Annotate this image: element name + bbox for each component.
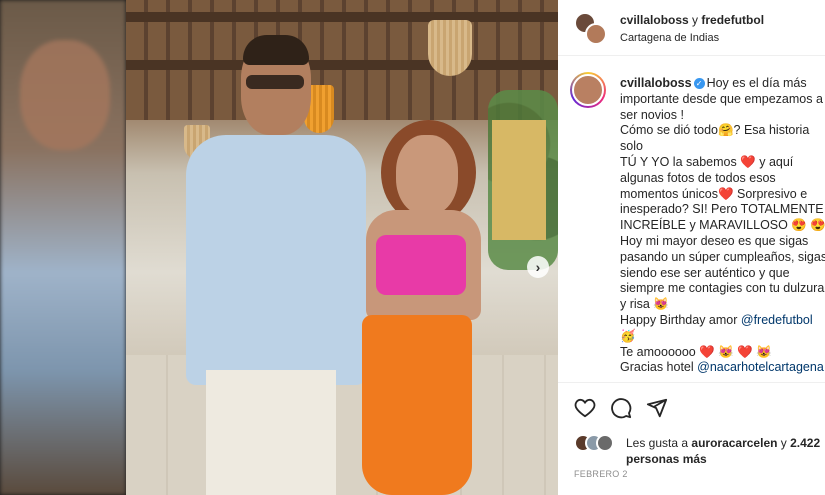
sunglasses xyxy=(246,75,304,89)
post-header: cvillaloboss y fredefutbol Cartagena de … xyxy=(558,0,825,56)
man-shirt xyxy=(186,135,366,385)
mention-link[interactable]: @fredefutbol xyxy=(741,313,813,327)
liker-link[interactable]: auroracarcelen xyxy=(691,436,777,450)
heart-icon[interactable] xyxy=(572,395,598,421)
man-pants xyxy=(206,370,336,495)
caption-line: Hoy mi mayor deseo es que sigas xyxy=(620,233,809,248)
caption-line: INCREÍBLE y MARAVILLOSO 😍 😍 😍 xyxy=(620,218,825,233)
author-link[interactable]: fredefutbol xyxy=(701,13,764,27)
action-bar xyxy=(558,382,825,432)
caption-line: TÚ Y YO la sabemos ❤️ y aquí xyxy=(620,154,794,169)
caption-text: cvillaloboss ✓ Hoy es el día más important… xyxy=(620,76,825,376)
man-hair xyxy=(243,35,309,65)
caption-line: Happy Birthday amor @fredefutbol xyxy=(620,312,813,327)
caption-line: algunas fotos de todos esos xyxy=(620,170,776,185)
ceiling-beam xyxy=(126,60,558,70)
location-link[interactable]: Cartagena de Indias xyxy=(620,32,719,44)
verified-icon: ✓ xyxy=(693,78,705,89)
chevron-right-icon[interactable]: › xyxy=(527,256,549,278)
caption-line: y risa 😻 xyxy=(620,297,669,312)
post-side-panel: cvillaloboss y fredefutbol Cartagena de … xyxy=(558,0,825,495)
post-photo[interactable]: › xyxy=(126,0,558,495)
caption-line: ser novios ! xyxy=(620,107,684,122)
caption-line: inesperado? SI! Pero TOTALMENTE xyxy=(620,202,824,217)
blurred-background xyxy=(0,0,126,495)
avatar xyxy=(585,23,607,45)
caption-line: solo xyxy=(620,139,643,154)
caption-line: siendo ese ser auténtico y que xyxy=(620,265,790,280)
caption-line: Cómo se dió todo🤗? Esa historia xyxy=(620,123,810,138)
likes-text[interactable]: Les gusta a auroracarcelen y 2.422 person… xyxy=(626,435,825,467)
caption-line: momentos únicos❤️ Sorpresivo e xyxy=(620,186,808,201)
hanging-lamp xyxy=(428,20,472,76)
caption-line: 🥳 xyxy=(620,328,636,343)
avatar xyxy=(596,434,614,452)
pink-top xyxy=(376,235,466,295)
blurred-face xyxy=(20,40,110,150)
caption-avatar[interactable] xyxy=(570,72,606,108)
caption-line: pasando un súper cumpleaños, sigas xyxy=(620,249,825,264)
author-connector: y xyxy=(688,13,702,27)
likes-count[interactable]: 2.422 xyxy=(790,436,820,450)
woman-head xyxy=(396,135,458,215)
caption-line: Gracias hotel @nacarhotelcartagena xyxy=(620,360,824,375)
collab-avatars[interactable] xyxy=(574,12,608,46)
orange-skirt xyxy=(362,315,472,495)
caption-line: Hoy es el día más xyxy=(706,76,807,90)
mention-link[interactable]: @nacarhotelcartagena xyxy=(697,360,824,374)
likes-suffix[interactable]: personas más xyxy=(626,452,707,466)
share-icon[interactable] xyxy=(644,395,670,421)
yellow-building xyxy=(492,120,546,240)
post-authors: cvillaloboss y fredefutbol xyxy=(620,13,764,27)
ceiling-beam xyxy=(126,12,558,22)
post-date: FEBRERO 2 xyxy=(574,469,628,479)
caption-area: cvillaloboss ✓ Hoy es el día más important… xyxy=(558,56,825,382)
author-link[interactable]: cvillaloboss xyxy=(620,13,689,27)
caption-username[interactable]: cvillaloboss xyxy=(620,76,692,90)
caption-line: Te amoooooo ❤️ 😻 ❤️ 😻 xyxy=(620,344,772,359)
caption-line: importante desde que empezamos a xyxy=(620,91,823,106)
comment-icon[interactable] xyxy=(608,395,634,421)
caption-line: siempre me contagies con tu dulzura xyxy=(620,281,825,296)
liker-avatars xyxy=(574,434,624,452)
